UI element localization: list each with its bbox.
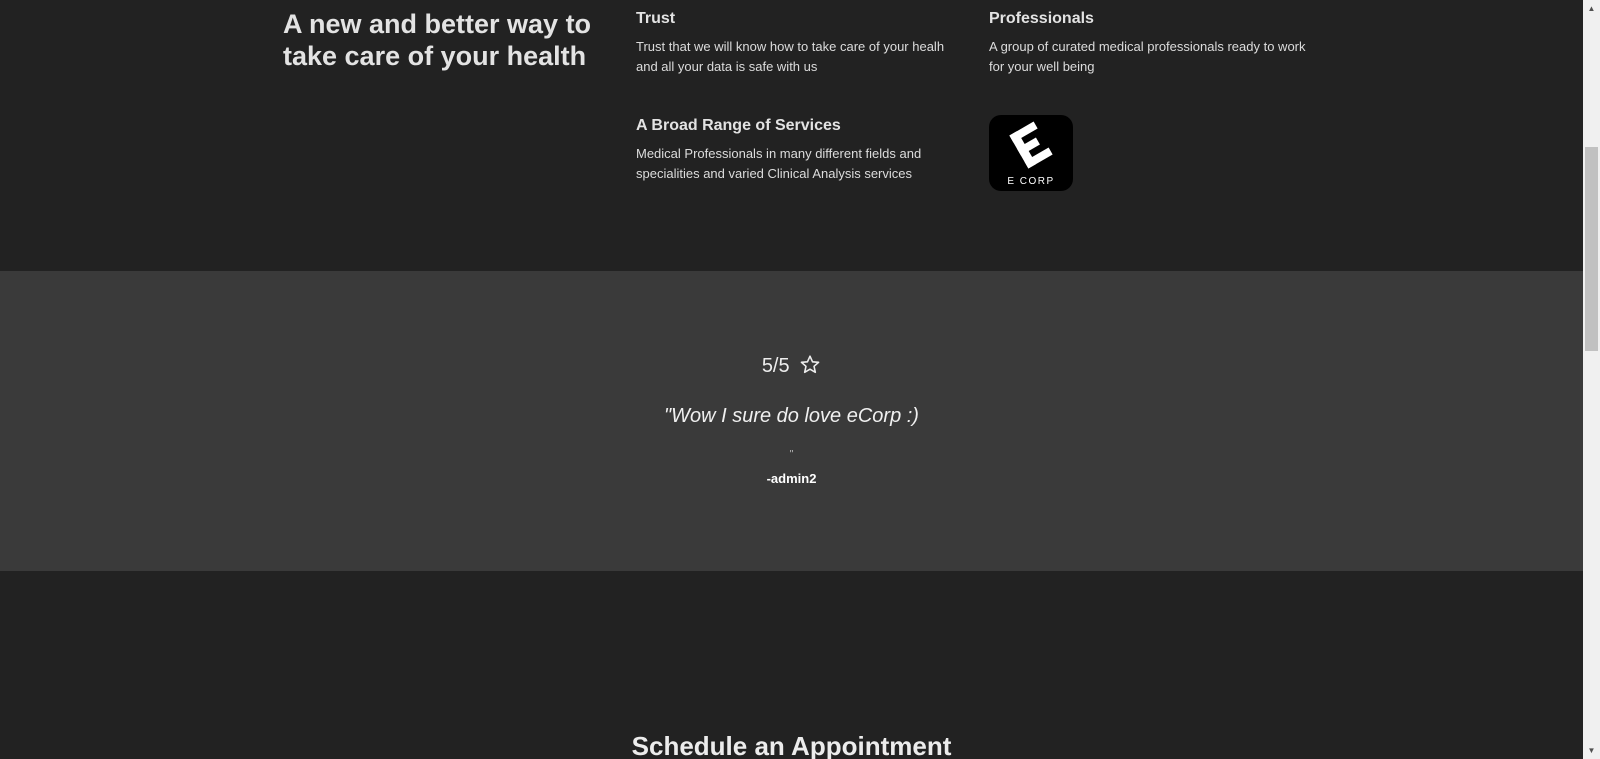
- testimonial-quote: "Wow I sure do love eCorp :): [664, 405, 919, 427]
- appointment-title: Schedule an Appointment: [631, 731, 952, 759]
- feature-text: Trust that we will know how to take care…: [636, 39, 945, 74]
- feature-trust: Trust Trust that we will know how to tak…: [636, 8, 946, 77]
- ecorp-logo-icon: E CORP: [1007, 121, 1054, 187]
- star-outline-icon: [799, 354, 821, 381]
- page: A new and better way to take care of you…: [0, 0, 1583, 759]
- ecorp-logo: E CORP: [989, 115, 1073, 191]
- appointment-section: Schedule an Appointment: [0, 571, 1583, 759]
- feature-services: A Broad Range of Services Medical Profes…: [636, 115, 946, 184]
- scroll-down-arrow-icon[interactable]: ▼: [1583, 742, 1600, 759]
- closing-quote-mark: ": [789, 449, 794, 460]
- scroll-up-arrow-icon[interactable]: ▲: [1583, 0, 1600, 17]
- feature-title: A Broad Range of Services: [636, 117, 841, 134]
- feature-text: Medical Professionals in many different …: [636, 146, 922, 181]
- hero-title: A new and better way to take care of you…: [283, 9, 592, 71]
- scrollbar-thumb[interactable]: [1585, 147, 1598, 351]
- feature-title: Trust: [636, 10, 676, 27]
- feature-text: A group of curated medical professionals…: [989, 39, 1306, 74]
- features-section: A new and better way to take care of you…: [0, 0, 1583, 271]
- rating-value: 5/5: [761, 355, 790, 377]
- rating: 5/5: [0, 354, 1583, 381]
- logo-text: E CORP: [1007, 176, 1054, 187]
- testimonial-section: 5/5 "Wow I sure do love eCorp :) " -admi…: [0, 271, 1583, 571]
- feature-title: Professionals: [989, 10, 1094, 27]
- feature-professionals: Professionals A group of curated medical…: [989, 8, 1309, 77]
- vertical-scrollbar[interactable]: ▲ ▼: [1583, 0, 1600, 759]
- testimonial-author: -admin2: [766, 471, 817, 486]
